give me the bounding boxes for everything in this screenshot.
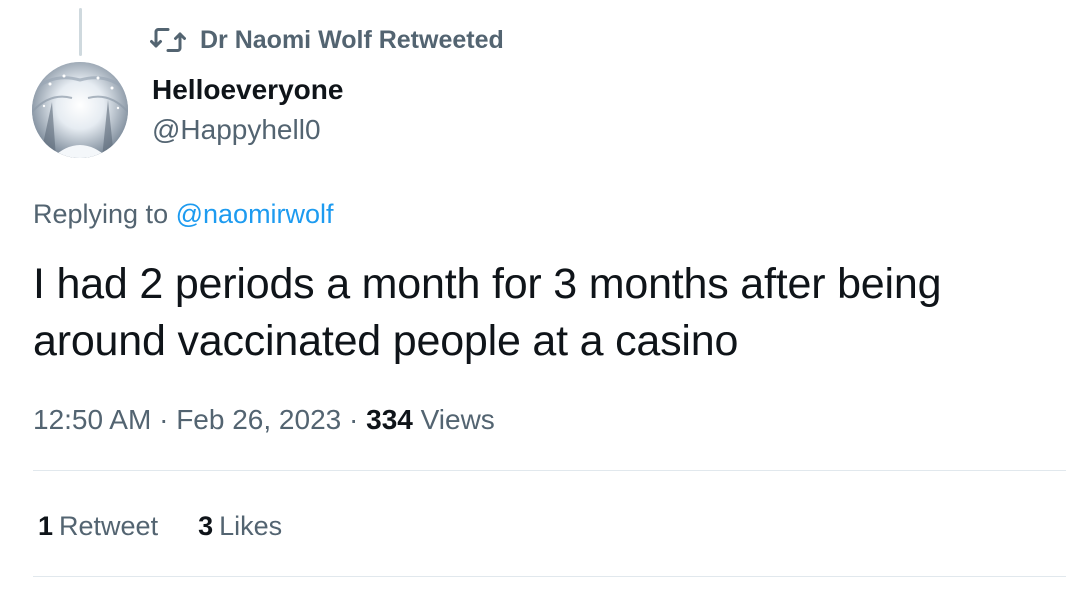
reply-mention-link[interactable]: @naomirwolf bbox=[176, 199, 334, 229]
retweeted-by-text: Dr Naomi Wolf Retweeted bbox=[200, 25, 504, 54]
likes-label: Likes bbox=[219, 511, 283, 541]
retweet-banner[interactable]: Dr Naomi Wolf Retweeted bbox=[150, 24, 504, 56]
divider bbox=[33, 576, 1066, 577]
views-label: Views bbox=[420, 404, 495, 435]
tweet-meta: 12:50 AM · Feb 26, 2023 · 334 Views bbox=[33, 400, 495, 440]
likes-stat[interactable]: 3 Likes bbox=[198, 506, 282, 546]
engagement-stats: 1 Retweet 3 Likes bbox=[38, 506, 282, 546]
thread-connector-line bbox=[79, 8, 82, 56]
tweet-time[interactable]: 12:50 AM bbox=[33, 404, 151, 435]
retweets-label: Retweet bbox=[59, 511, 159, 541]
author-block[interactable]: Helloeveryone @Happyhell0 bbox=[152, 70, 343, 150]
retweets-count: 1 bbox=[38, 511, 54, 541]
replying-to-label: Replying to bbox=[33, 199, 169, 229]
retweets-stat[interactable]: 1 Retweet bbox=[38, 506, 158, 546]
meta-separator: · bbox=[349, 404, 359, 435]
retweet-icon bbox=[150, 25, 186, 55]
tweet-text: I had 2 periods a month for 3 months aft… bbox=[33, 260, 942, 365]
avatar[interactable] bbox=[32, 62, 128, 158]
views-count: 334 bbox=[366, 404, 413, 435]
likes-count: 3 bbox=[198, 511, 214, 541]
meta-separator: · bbox=[159, 404, 169, 435]
author-handle[interactable]: @Happyhell0 bbox=[152, 110, 343, 150]
author-display-name[interactable]: Helloeveryone bbox=[152, 70, 343, 110]
reply-context: Replying to @naomirwolf bbox=[33, 194, 334, 234]
tweet-detail: Dr Naomi Wolf Retweeted Helloeveryone @H… bbox=[0, 0, 1066, 600]
tweet-date[interactable]: Feb 26, 2023 bbox=[176, 404, 341, 435]
divider bbox=[33, 470, 1066, 471]
